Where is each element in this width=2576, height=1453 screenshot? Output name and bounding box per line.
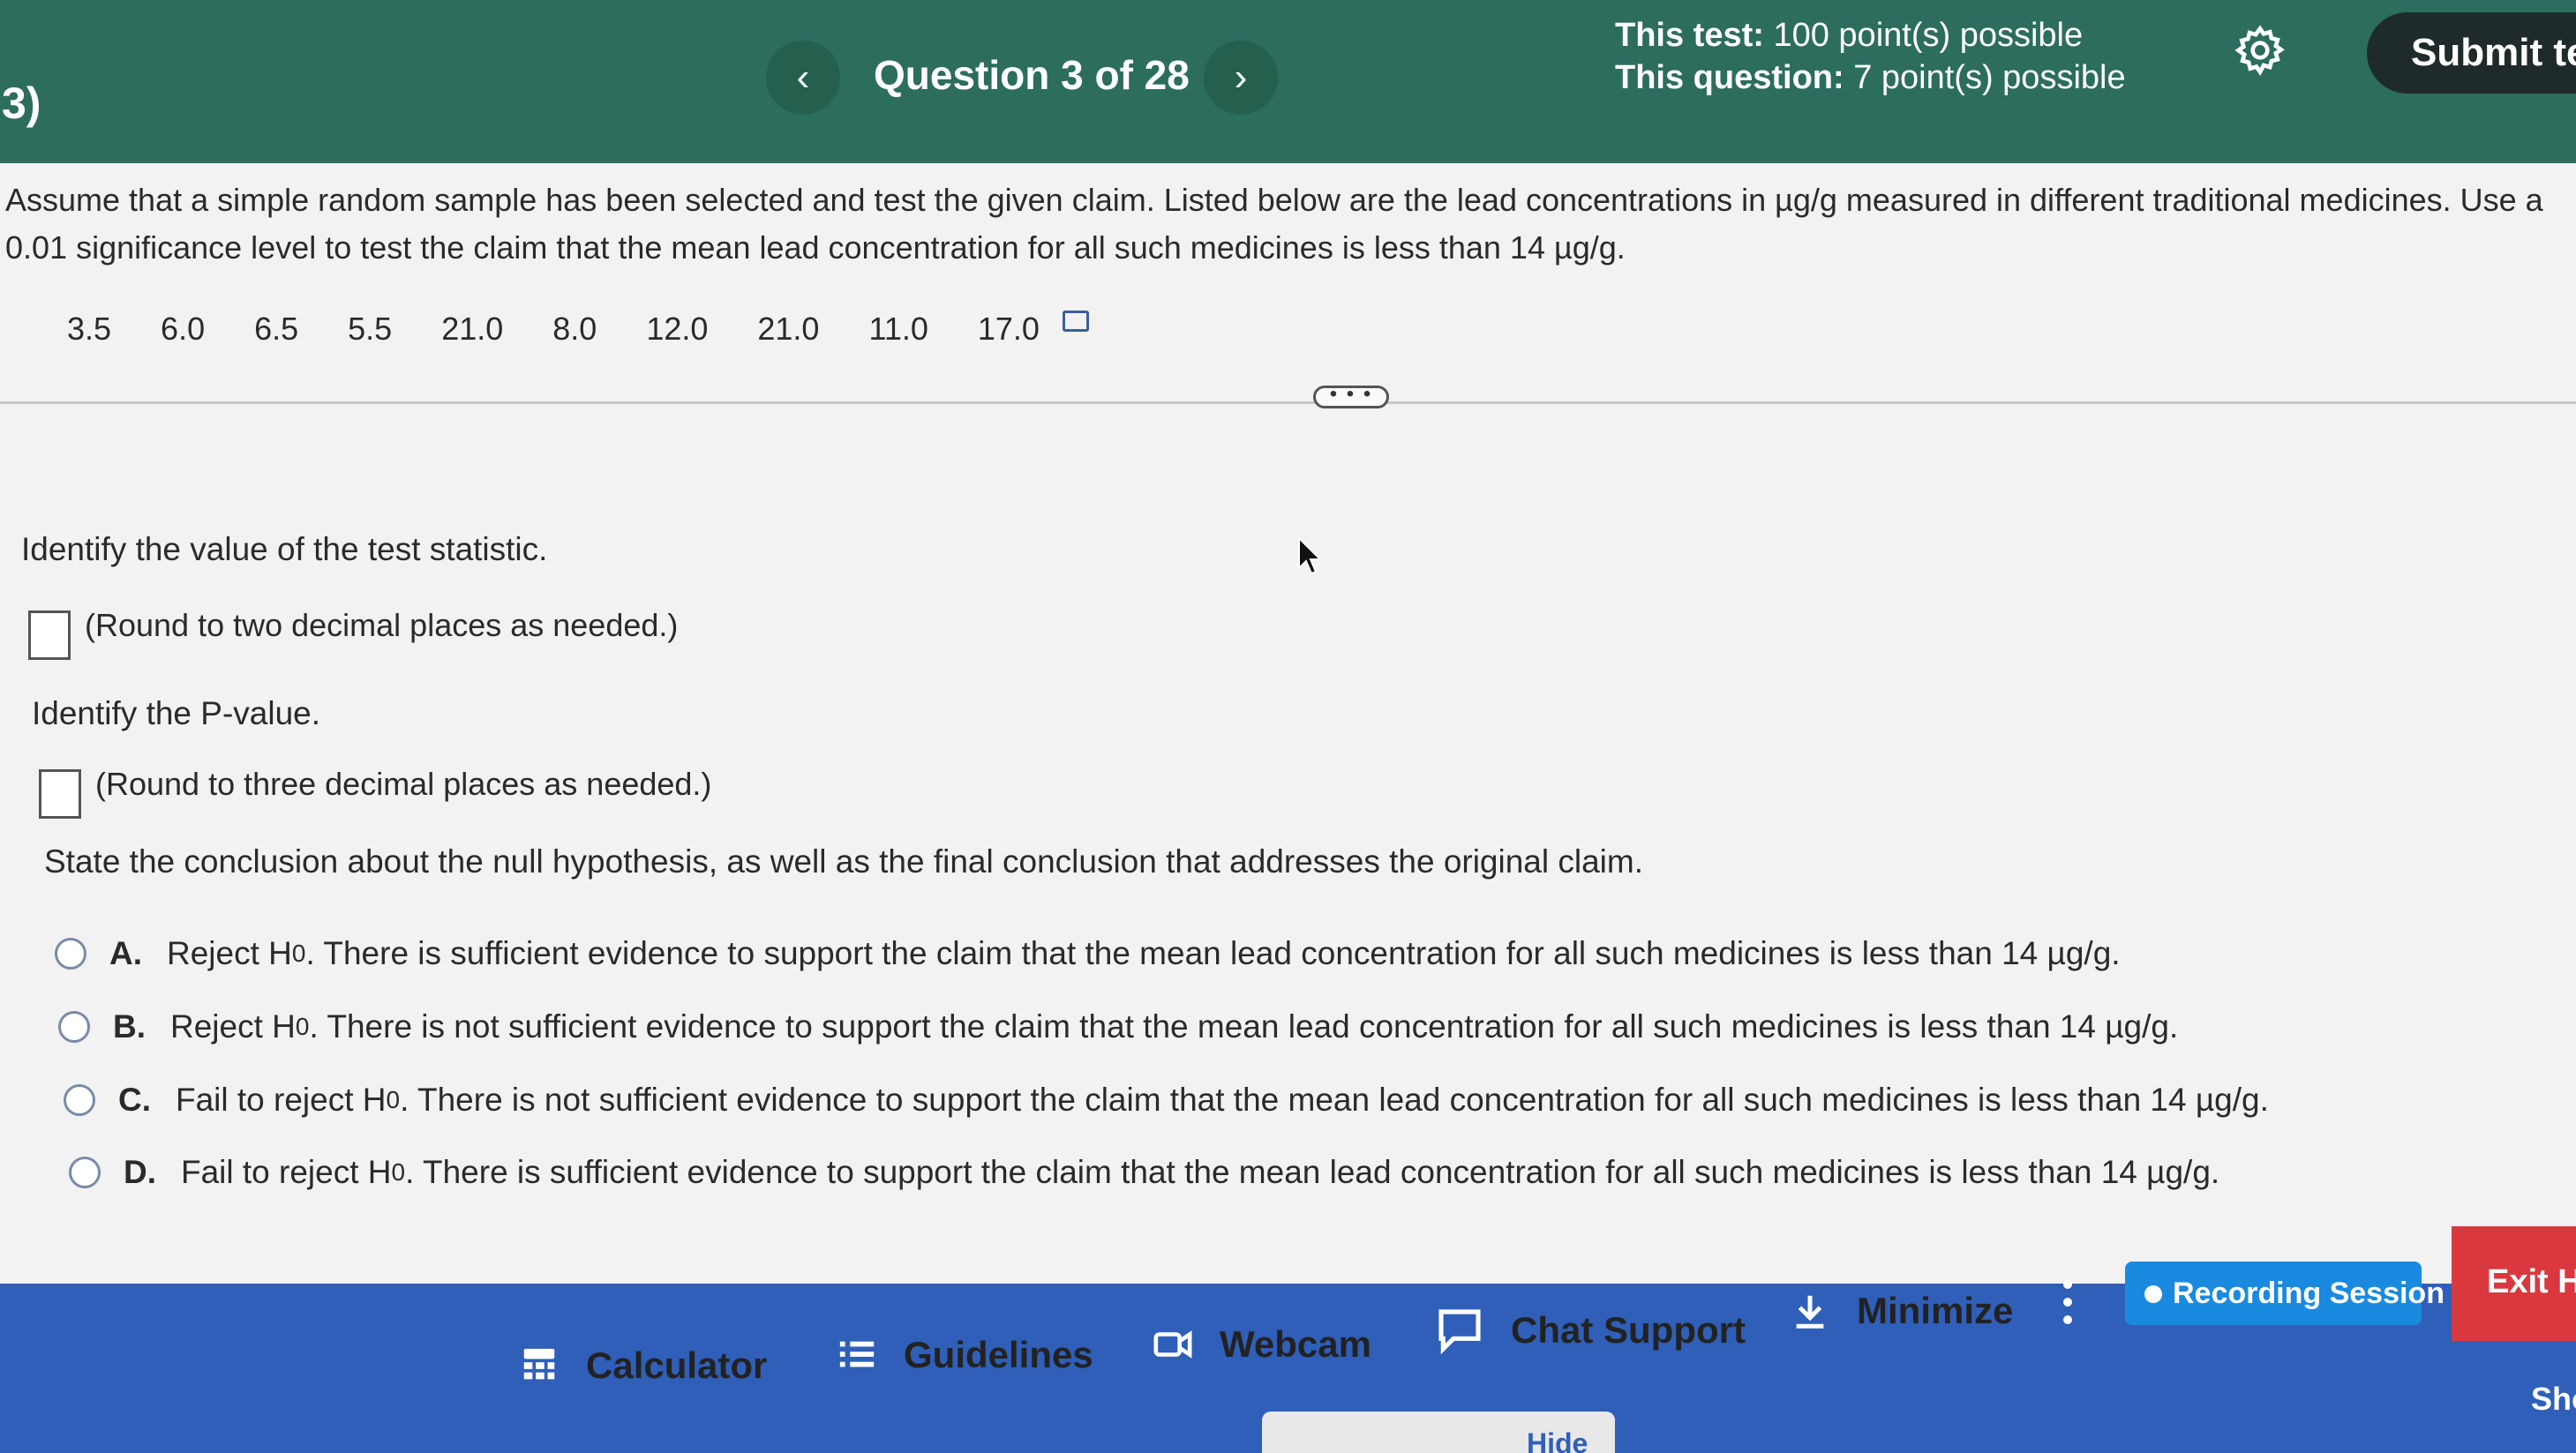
question-points-label: This question: (1615, 59, 1844, 96)
option-letter: D. (124, 1154, 156, 1190)
option-action: Fail to reject H (176, 1082, 387, 1118)
question-index: 3) (2, 79, 41, 128)
option-text: . There is sufficient evidence to suppor… (305, 935, 2121, 971)
recording-session-badge: Recording Session (2125, 1262, 2445, 1325)
data-value: 17.0 (977, 311, 1040, 347)
next-question-button[interactable]: › (1204, 41, 1278, 115)
mouse-cursor-icon (1298, 536, 1323, 575)
option-text: . There is not sufficient evidence to su… (400, 1082, 2269, 1118)
data-value: 21.0 (757, 311, 820, 347)
data-value: 5.5 (348, 311, 393, 347)
more-options-icon[interactable] (2062, 1277, 2074, 1327)
conclusion-label: State the conclusion about the null hypo… (44, 843, 1644, 880)
exit-button[interactable]: Exit H (2452, 1226, 2576, 1341)
option-letter: B. (113, 1008, 146, 1045)
option-c[interactable]: C. Fail to reject H0. There is not suffi… (64, 1082, 2269, 1119)
download-icon (1796, 1295, 1824, 1329)
question-title: Question 3 of 28 (874, 52, 1190, 98)
calculator-icon (523, 1348, 555, 1380)
subscript-zero: 0 (295, 1013, 310, 1040)
test-statistic-hint: (Round to two decimal places as needed.) (85, 607, 679, 643)
data-value: 21.0 (441, 311, 504, 347)
copy-data-icon[interactable] (1062, 311, 1089, 332)
radio-button[interactable] (64, 1084, 95, 1116)
radio-button[interactable] (58, 1011, 90, 1043)
subscript-zero: 0 (386, 1086, 401, 1113)
subscript-zero: 0 (391, 1158, 406, 1186)
option-text: . There is sufficient evidence to suppor… (405, 1154, 2220, 1190)
data-value: 6.5 (254, 311, 299, 347)
hide-tab[interactable]: Hide (1262, 1412, 1615, 1453)
data-values: 3.5 6.0 6.5 5.5 21.0 8.0 12.0 21.0 11.0 … (67, 311, 1138, 348)
webcam-icon (1153, 1330, 1192, 1359)
header-bar: 3) ‹ Question 3 of 28 › This test: 100 p… (0, 0, 2576, 163)
option-action: Reject H (167, 935, 292, 971)
calculator-button[interactable]: Calculator (519, 1344, 767, 1387)
test-points-value: 100 point(s) possible (1773, 17, 2084, 54)
data-value: 6.0 (161, 311, 206, 347)
calculator-label: Calculator (586, 1344, 768, 1386)
radio-button[interactable] (69, 1157, 101, 1188)
gear-icon[interactable] (2233, 23, 2287, 78)
radio-button[interactable] (55, 938, 86, 970)
chat-support-label: Chat Support (1511, 1309, 1746, 1351)
resize-handle[interactable]: • • • (1313, 384, 1389, 408)
option-a[interactable]: A. Reject H0. There is sufficient eviden… (55, 935, 2121, 972)
test-statistic-label: Identify the value of the test statistic… (21, 531, 548, 567)
webcam-button[interactable]: Webcam (1153, 1323, 1371, 1366)
show-button[interactable]: Sho (2531, 1381, 2576, 1418)
option-text: . There is not sufficient evidence to su… (309, 1008, 2179, 1045)
p-value-hint: (Round to three decimal places as needed… (95, 766, 712, 802)
recording-label: Recording Session (2173, 1277, 2445, 1310)
option-action: Reject H (170, 1008, 296, 1045)
option-letter: A. (109, 935, 142, 971)
pane-divider (0, 401, 2576, 404)
guidelines-button[interactable]: Guidelines (837, 1334, 1093, 1376)
data-value: 3.5 (67, 311, 112, 347)
chat-support-button[interactable]: Chat Support (1435, 1306, 1746, 1355)
question-points-value: 7 point(s) possible (1853, 59, 2126, 96)
option-d[interactable]: D. Fail to reject H0. There is sufficien… (69, 1154, 2219, 1191)
data-value: 11.0 (868, 311, 928, 347)
webcam-label: Webcam (1220, 1323, 1371, 1365)
test-points-label: This test: (1615, 17, 1764, 54)
previous-question-button[interactable]: ‹ (766, 41, 840, 115)
recording-dot-icon (2144, 1285, 2162, 1303)
data-value: 12.0 (646, 311, 709, 347)
minimize-button[interactable]: Minimize (1790, 1290, 2013, 1332)
list-icon (839, 1341, 875, 1367)
p-value-label: Identify the P-value. (32, 695, 321, 731)
p-value-input[interactable] (39, 769, 81, 819)
test-statistic-input[interactable] (28, 610, 71, 660)
data-value: 8.0 (552, 311, 597, 347)
chat-bubble-icon (1438, 1309, 1481, 1355)
guidelines-label: Guidelines (904, 1334, 1093, 1375)
subscript-zero: 0 (291, 940, 306, 967)
option-b[interactable]: B. Reject H0. There is not sufficient ev… (58, 1008, 2178, 1045)
submit-test-button[interactable]: Submit te (2367, 12, 2576, 94)
question-prompt: Assume that a simple random sample has b… (5, 182, 2543, 266)
minimize-label: Minimize (1857, 1290, 2014, 1331)
option-action: Fail to reject H (181, 1154, 392, 1190)
points-info: This test: 100 point(s) possible This qu… (1615, 14, 2126, 99)
option-letter: C. (118, 1082, 151, 1118)
